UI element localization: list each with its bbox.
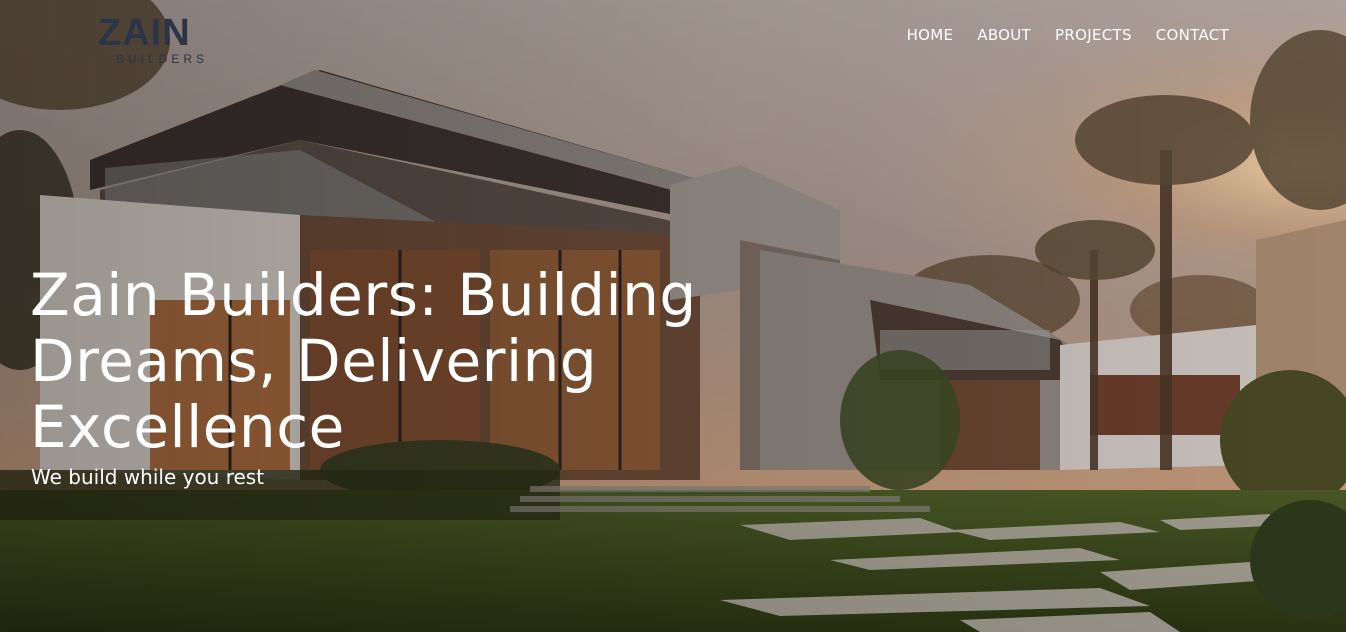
hero-tagline: We build while you rest xyxy=(31,465,265,489)
nav-contact-link[interactable]: CONTACT xyxy=(1156,26,1229,44)
logo-wordmark: ZAIN xyxy=(98,12,191,54)
nav-home-link[interactable]: HOME xyxy=(907,26,954,44)
main-nav: HOME ABOUT PROJECTS CONTACT xyxy=(907,26,1229,44)
logo-subtitle: BUILDERS xyxy=(116,52,209,66)
nav-projects-link[interactable]: PROJECTS xyxy=(1055,26,1132,44)
nav-about-link[interactable]: ABOUT xyxy=(977,26,1031,44)
hero-section: ZAIN BUILDERS HOME ABOUT PROJECTS CONTAC… xyxy=(0,0,1346,632)
logo[interactable]: ZAIN BUILDERS xyxy=(98,12,204,66)
hero-headline: Zain Builders: Building Dreams, Deliveri… xyxy=(30,261,697,461)
